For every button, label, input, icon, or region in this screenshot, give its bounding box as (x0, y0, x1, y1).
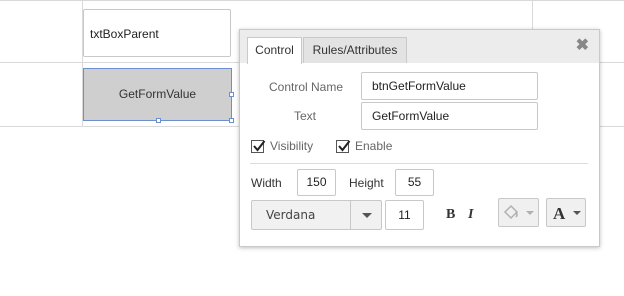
grid-line (0, 0, 624, 1)
font-family-select[interactable]: Verdana (251, 200, 382, 230)
resize-handle[interactable] (229, 118, 234, 123)
width-input[interactable]: 150 (297, 169, 336, 196)
tab-control[interactable]: Control (247, 37, 302, 64)
checkmark-icon (338, 140, 351, 152)
visibility-label: Visibility (270, 139, 314, 153)
select-separator (350, 201, 351, 229)
resize-handle[interactable] (229, 92, 234, 97)
canvas-textbox[interactable]: txtBoxParent (83, 9, 231, 57)
visibility-checkbox[interactable] (251, 140, 266, 153)
paint-bucket-icon (503, 204, 534, 220)
text-label: Text (294, 109, 317, 123)
chevron-down-icon (362, 213, 372, 218)
svg-text:A: A (553, 204, 566, 223)
height-label: Height (349, 176, 384, 190)
bold-button[interactable]: B (446, 207, 455, 223)
italic-button[interactable]: I (468, 207, 473, 223)
text-input[interactable]: GetFormValue (361, 102, 538, 130)
font-family-value: Verdana (266, 208, 316, 222)
tab-rules-attributes[interactable]: Rules/Attributes (303, 37, 407, 63)
section-divider (250, 163, 588, 164)
font-color-button[interactable]: A (546, 198, 586, 227)
control-name-input[interactable]: btnGetFormValue (361, 72, 538, 100)
font-size-input[interactable]: 11 (385, 200, 424, 230)
font-color-icon: A (553, 204, 581, 223)
control-name-label: Control Name (269, 80, 344, 94)
resize-handle[interactable] (156, 118, 161, 123)
enable-label: Enable (355, 139, 393, 153)
enable-checkbox[interactable] (336, 140, 351, 153)
fill-color-button[interactable] (498, 198, 539, 227)
width-label: Width (251, 176, 282, 190)
height-input[interactable]: 55 (395, 169, 434, 196)
checkmark-icon (253, 140, 266, 152)
properties-panel: Control Rules/Attributes ✖ Control Name … (239, 29, 600, 247)
canvas-button-selected[interactable]: GetFormValue (83, 68, 232, 121)
close-icon[interactable]: ✖ (576, 37, 589, 55)
